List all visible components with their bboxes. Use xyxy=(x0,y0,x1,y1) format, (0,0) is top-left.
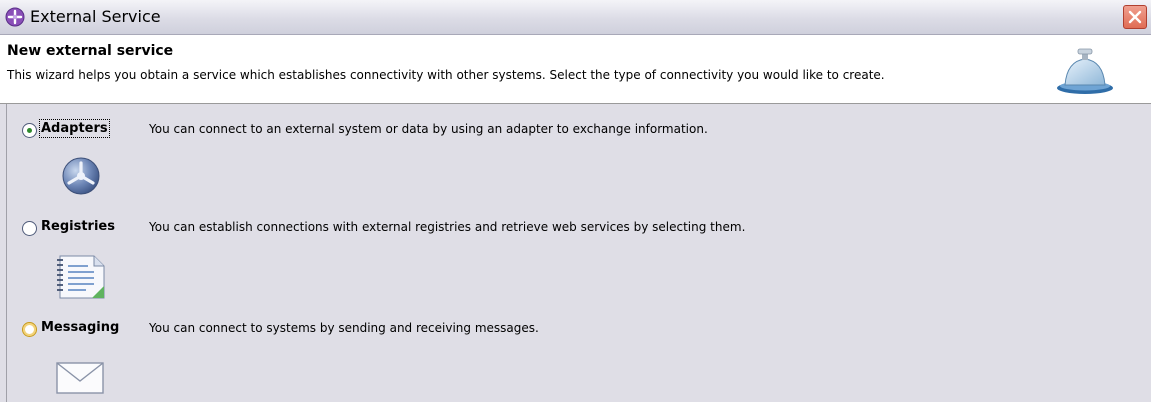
content-border xyxy=(6,104,7,402)
adapters-label[interactable]: Adapters xyxy=(39,119,110,138)
title-bar[interactable]: External Service xyxy=(0,0,1151,35)
adapter-icon xyxy=(62,157,100,195)
adapters-description: You can connect to an external system or… xyxy=(149,122,708,136)
registry-notebook-icon xyxy=(57,255,105,299)
registries-label[interactable]: Registries xyxy=(41,219,115,234)
external-service-dialog: External Service New external service Th… xyxy=(0,0,1151,402)
messaging-label[interactable]: Messaging xyxy=(41,320,119,335)
option-registries[interactable]: Registries You can establish connections… xyxy=(22,218,1122,240)
wizard-content xyxy=(0,104,1151,402)
option-messaging[interactable]: Messaging You can connect to systems by … xyxy=(22,319,1122,341)
page-title: New external service xyxy=(7,43,174,59)
close-button[interactable] xyxy=(1123,5,1147,29)
page-description: This wizard helps you obtain a service w… xyxy=(7,68,885,82)
messaging-radio[interactable] xyxy=(22,322,37,337)
adapters-radio[interactable] xyxy=(22,123,37,138)
window-title: External Service xyxy=(30,7,161,26)
wizard-header: New external service This wizard helps y… xyxy=(0,35,1151,104)
messaging-description: You can connect to systems by sending an… xyxy=(149,321,539,335)
option-adapters[interactable]: Adapters You can connect to an external … xyxy=(22,119,1122,142)
close-icon xyxy=(1128,10,1142,24)
service-wizard-icon xyxy=(5,7,25,27)
registries-description: You can establish connections with exter… xyxy=(149,220,746,234)
registries-radio[interactable] xyxy=(22,221,37,236)
envelope-icon xyxy=(56,362,104,394)
service-bell-icon xyxy=(1057,48,1113,94)
